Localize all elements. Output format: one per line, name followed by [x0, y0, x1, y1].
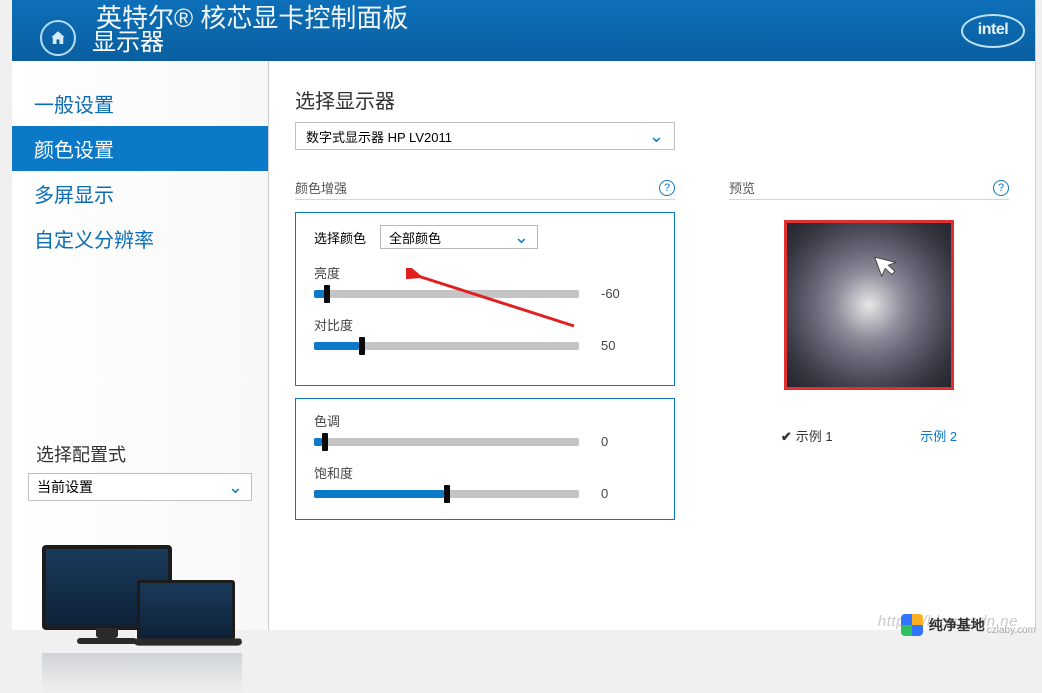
display-value: 数字式显示器 HP LV2011 [306, 127, 452, 146]
saturation-slider[interactable] [314, 488, 579, 500]
help-icon[interactable]: ? [659, 180, 675, 196]
watermark-czlaby: 纯净基地 czlaby.com [901, 614, 1036, 636]
preview-image [784, 220, 954, 390]
profile-label: 选择配置式 [12, 441, 268, 473]
sidebar-item-label: 自定义分辨率 [34, 230, 154, 252]
help-icon[interactable]: ? [993, 180, 1009, 196]
device-illustration [42, 545, 242, 630]
sidebar-item-label: 颜色设置 [34, 140, 114, 162]
brightness-value: -60 [601, 286, 631, 301]
hue-value: 0 [601, 434, 631, 449]
profile-value: 当前设置 [37, 477, 93, 497]
sidebar-item-color[interactable]: 颜色设置 [12, 126, 268, 171]
content: 选择显示器 数字式显示器 HP LV2011 ⌄ 颜色增强 ? 选择颜色 [269, 61, 1035, 630]
select-color-label: 选择颜色 [314, 228, 366, 247]
intel-logo: intel [961, 14, 1025, 48]
page-title: 显示器 [92, 22, 164, 57]
color-enhance-label: 颜色增强 [295, 178, 347, 197]
watermark-logo-icon [901, 614, 923, 636]
sidebar-item-label: 一般设置 [34, 95, 114, 117]
chevron-down-icon: ⌄ [514, 227, 529, 248]
hue-label: 色调 [314, 411, 656, 430]
contrast-label: 对比度 [314, 315, 656, 334]
display-dropdown[interactable]: 数字式显示器 HP LV2011 ⌄ [295, 122, 675, 150]
sample-2[interactable]: 示例 2 [920, 426, 957, 445]
brightness-contrast-group: 选择颜色 全部颜色 ⌄ 亮度 [295, 212, 675, 386]
preview-label: 预览 [729, 178, 755, 197]
sidebar-item-multidisplay[interactable]: 多屏显示 [12, 171, 268, 216]
contrast-slider[interactable] [314, 340, 579, 352]
chevron-down-icon: ⌄ [649, 126, 664, 147]
cursor-icon [872, 248, 905, 286]
contrast-value: 50 [601, 338, 631, 353]
sidebar-item-label: 多屏显示 [34, 185, 114, 207]
home-icon [49, 29, 67, 47]
select-display-label: 选择显示器 [295, 85, 1009, 114]
color-value: 全部颜色 [389, 228, 441, 247]
profile-dropdown[interactable]: 当前设置 ⌄ [28, 473, 252, 501]
header: 英特尔® 核芯显卡控制面板 显示器 intel [12, 0, 1035, 61]
sample-1[interactable]: 示例 1 [781, 426, 833, 445]
sidebar: 一般设置 颜色设置 多屏显示 自定义分辨率 选择配置式 当前设置 ⌄ [12, 61, 269, 630]
sidebar-item-general[interactable]: 一般设置 [12, 81, 268, 126]
home-button[interactable] [40, 20, 76, 56]
brightness-label: 亮度 [314, 263, 656, 282]
color-dropdown[interactable]: 全部颜色 ⌄ [380, 225, 538, 249]
sidebar-item-resolution[interactable]: 自定义分辨率 [12, 216, 268, 261]
hue-saturation-group: 色调 0 饱和度 [295, 398, 675, 520]
hue-slider[interactable] [314, 436, 579, 448]
saturation-label: 饱和度 [314, 463, 656, 482]
brightness-slider[interactable] [314, 288, 579, 300]
saturation-value: 0 [601, 486, 631, 501]
chevron-down-icon: ⌄ [228, 477, 243, 498]
